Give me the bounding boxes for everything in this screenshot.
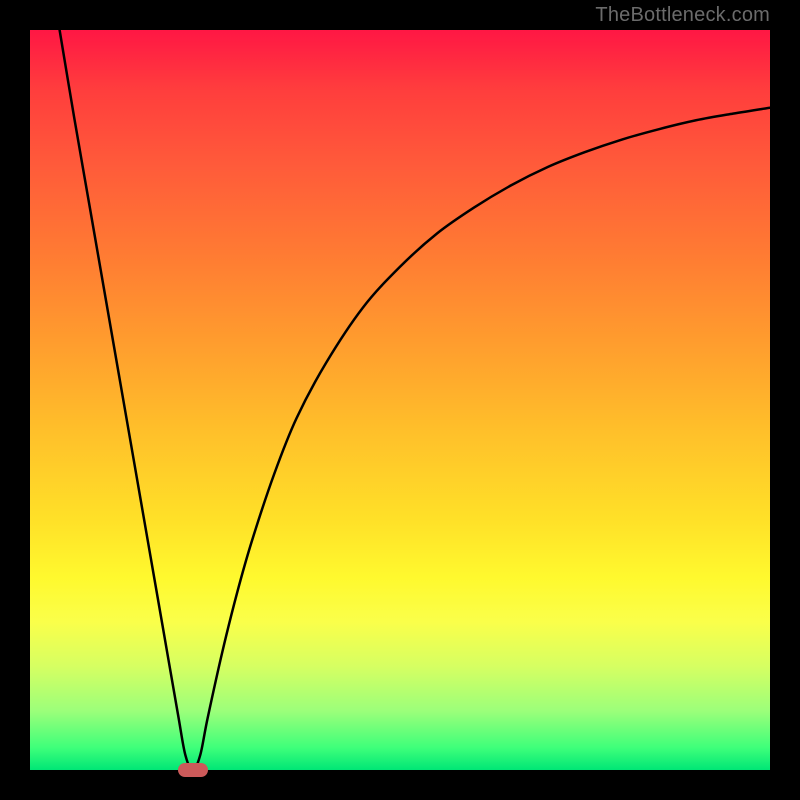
plot-area <box>30 30 770 770</box>
curve-svg <box>30 30 770 770</box>
watermark-text: TheBottleneck.com <box>595 4 770 27</box>
bottleneck-curve <box>60 30 770 770</box>
chart-container: TheBottleneck.com <box>0 0 800 800</box>
bottleneck-marker <box>178 763 208 777</box>
